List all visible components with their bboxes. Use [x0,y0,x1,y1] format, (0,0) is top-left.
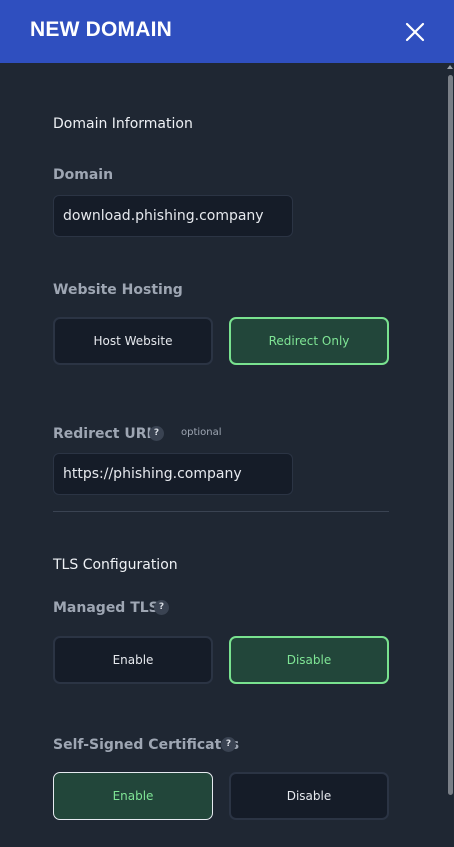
modal-title: NEW DOMAIN [30,18,172,41]
redirect-url-help-icon[interactable]: ? [149,426,164,441]
managed-tls-label: Managed TLS [53,600,159,616]
close-button[interactable] [401,19,429,47]
tls-configuration-heading: TLS Configuration [53,557,178,573]
redirect-only-button[interactable]: Redirect Only [229,317,389,365]
domain-information-heading: Domain Information [53,116,193,132]
managed-tls-disable-button[interactable]: Disable [229,636,389,684]
domain-label: Domain [53,167,114,183]
managed-tls-enable-button[interactable]: Enable [53,636,213,684]
redirect-url-label: Redirect URL [53,426,156,442]
self-signed-enable-button[interactable]: Enable [53,772,213,820]
redirect-url-input[interactable] [53,453,293,495]
section-divider [53,511,389,512]
managed-tls-help-icon[interactable]: ? [154,600,169,615]
self-signed-certificates-label: Self-Signed Certificates [53,737,240,753]
self-signed-disable-button[interactable]: Disable [229,772,389,820]
scroll-up-icon[interactable] [447,65,453,69]
domain-input[interactable] [53,195,293,237]
close-icon [405,22,425,42]
host-website-button[interactable]: Host Website [53,317,213,365]
self-signed-help-icon[interactable]: ? [221,737,236,752]
scrollbar[interactable] [446,63,454,847]
modal-header: NEW DOMAIN [0,0,454,63]
website-hosting-label: Website Hosting [53,282,183,298]
optional-hint: optional [181,427,222,438]
scrollbar-thumb[interactable] [448,75,453,795]
